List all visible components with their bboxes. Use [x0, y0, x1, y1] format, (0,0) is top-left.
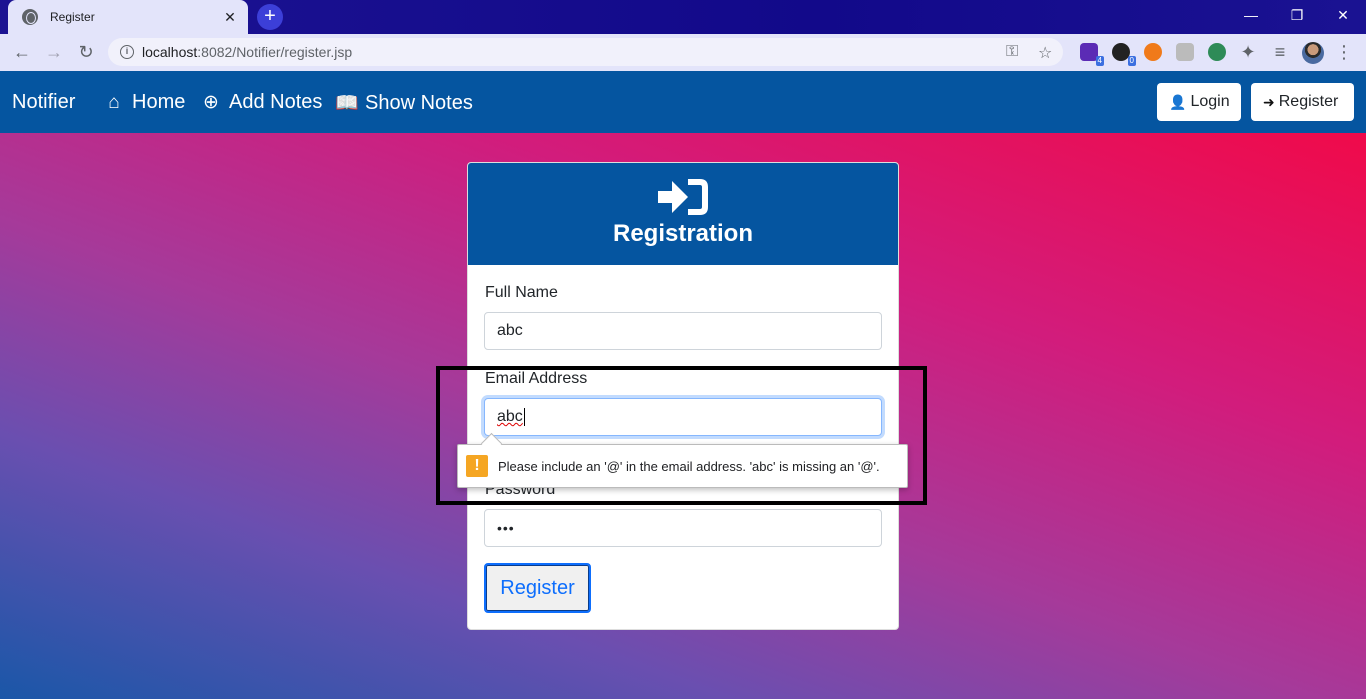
- plus-circle-icon: ⊕: [203, 92, 219, 113]
- globe-icon: [22, 9, 38, 25]
- nav-add-notes[interactable]: ⊕ Add Notes: [199, 91, 322, 114]
- password-input[interactable]: •••: [484, 509, 882, 547]
- profile-avatar[interactable]: [1302, 42, 1324, 64]
- url-text: localhost:8082/Notifier/register.jsp: [142, 44, 352, 60]
- browser-tab[interactable]: Register ✕: [8, 0, 248, 34]
- nav-show-notes-label: Show Notes: [365, 91, 473, 114]
- full-name-label: Full Name: [485, 284, 558, 301]
- card-header: Registration: [468, 163, 898, 265]
- minimize-button[interactable]: —: [1228, 0, 1274, 30]
- nav-add-notes-label: Add Notes: [229, 91, 323, 113]
- extension-badge: 4: [1095, 56, 1104, 66]
- full-name-input[interactable]: abc: [484, 312, 882, 350]
- warning-icon: !: [466, 455, 488, 477]
- card-title: Registration: [612, 220, 753, 247]
- extension-code-icon[interactable]: [1176, 43, 1194, 61]
- app-navbar: Notifier ⌂ Home ⊕ Add Notes 📖 Show Notes…: [0, 71, 1366, 133]
- validation-message: Please include an '@' in the email addre…: [498, 459, 880, 474]
- register-submit-button[interactable]: Register: [484, 563, 591, 613]
- user-icon: 👤: [1169, 93, 1187, 110]
- brand-logo[interactable]: Notifier: [12, 91, 75, 114]
- sign-in-icon: [658, 179, 708, 215]
- extension-stack-icon[interactable]: 4: [1080, 43, 1104, 66]
- extension-badge: 0: [1127, 56, 1136, 66]
- key-icon[interactable]: ⚿: [1006, 43, 1018, 61]
- browser-toolbar: ← → ↻ i localhost:8082/Notifier/register…: [0, 34, 1366, 71]
- new-tab-button[interactable]: +: [257, 4, 283, 30]
- star-icon[interactable]: ☆: [1038, 43, 1052, 63]
- puzzle-icon[interactable]: ✦: [1238, 42, 1258, 62]
- menu-dots-icon[interactable]: ⋮: [1334, 42, 1354, 62]
- url-path: :8082/Notifier/register.jsp: [197, 44, 353, 60]
- nav-home[interactable]: ⌂ Home: [102, 91, 185, 114]
- login-label: Login: [1190, 93, 1230, 110]
- tab-close-icon[interactable]: ✕: [222, 9, 238, 26]
- register-nav-button[interactable]: ➜ Register: [1251, 83, 1354, 121]
- text-caret: [523, 407, 525, 426]
- email-value: abc: [497, 408, 523, 425]
- browser-tab-strip: Register ✕ + — ❐ ✕: [0, 0, 1366, 34]
- register-nav-label: Register: [1278, 93, 1339, 110]
- login-button[interactable]: 👤 Login: [1157, 83, 1241, 121]
- restore-button[interactable]: ❐: [1274, 0, 1320, 30]
- media-icon[interactable]: ≡: [1270, 42, 1290, 62]
- registration-card: Registration Full Name abc Email Address…: [467, 162, 899, 630]
- forward-arrow-icon[interactable]: →: [44, 42, 64, 62]
- email-input[interactable]: abc: [484, 398, 882, 436]
- extension-a-icon[interactable]: 0: [1112, 43, 1136, 66]
- back-arrow-icon[interactable]: ←: [12, 42, 32, 62]
- home-icon: ⌂: [108, 91, 120, 113]
- info-icon[interactable]: i: [120, 45, 134, 59]
- password-value: •••: [497, 520, 515, 536]
- tab-title: Register: [50, 10, 95, 24]
- extension-globe-icon[interactable]: [1208, 43, 1226, 61]
- nav-show-notes[interactable]: 📖 Show Notes: [335, 91, 473, 115]
- reload-icon[interactable]: ↻: [76, 42, 96, 62]
- extension-flame-icon[interactable]: [1144, 43, 1162, 61]
- sign-in-icon: ➜: [1263, 93, 1275, 110]
- full-name-value: abc: [497, 322, 523, 339]
- url-host: localhost: [142, 44, 198, 60]
- validation-tooltip: ! Please include an '@' in the email add…: [457, 444, 908, 488]
- close-window-button[interactable]: ✕: [1320, 0, 1366, 30]
- address-bar[interactable]: i localhost:8082/Notifier/register.jsp ⚿…: [108, 38, 1063, 66]
- book-icon: 📖: [335, 93, 359, 114]
- email-label: Email Address: [485, 370, 588, 387]
- nav-home-label: Home: [132, 91, 186, 113]
